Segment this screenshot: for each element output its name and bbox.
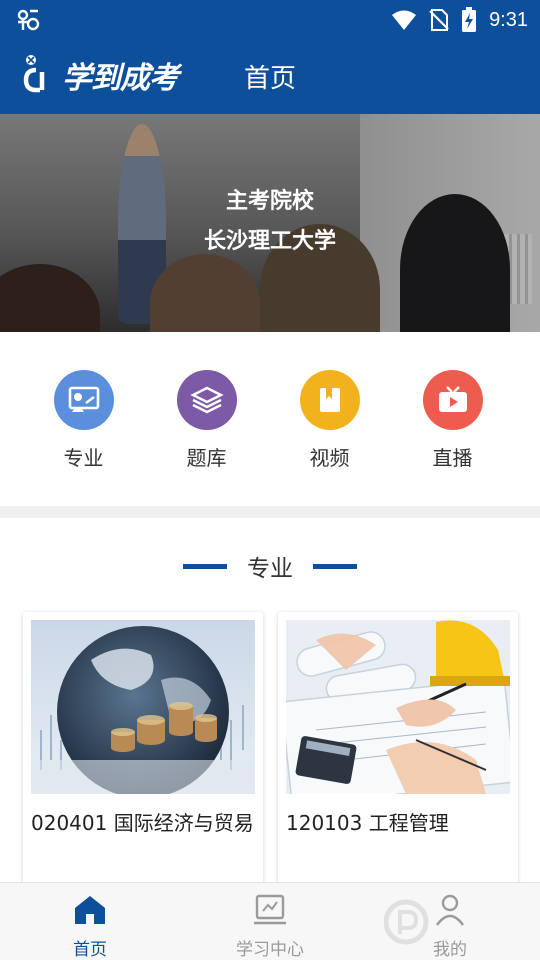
major-card[interactable]: 120103 工程管理 bbox=[278, 612, 518, 892]
quick-label: 题库 bbox=[186, 446, 227, 470]
nav-label: 学习中心 bbox=[236, 940, 304, 960]
section-heading: 专业 bbox=[0, 546, 540, 586]
banner-line-1: 主考院校 bbox=[225, 189, 314, 214]
video-icon bbox=[299, 370, 360, 430]
banner-line-2: 长沙理工大学 bbox=[203, 229, 336, 254]
app-bar: 学到成考 首页 bbox=[0, 40, 540, 114]
banner-carousel[interactable]: 主考院校 长沙理工大学 bbox=[0, 114, 540, 332]
quick-label: 视频 bbox=[309, 446, 350, 470]
clock-time: 9:31 bbox=[489, 8, 528, 31]
live-tv-icon bbox=[422, 370, 483, 430]
status-bar: 9:31 bbox=[0, 0, 540, 40]
globe-coins-photo bbox=[31, 620, 255, 794]
engineering-blueprint-photo bbox=[286, 620, 510, 794]
quick-label: 直播 bbox=[432, 446, 473, 470]
section-title: 专业 bbox=[247, 556, 293, 582]
quick-menu: 专业 题库 视频 直播 bbox=[0, 332, 540, 506]
page-title: 首页 bbox=[244, 64, 297, 94]
logo-mark-icon bbox=[23, 55, 45, 93]
app-logo: 学到成考 bbox=[22, 52, 179, 98]
wifi-icon bbox=[392, 10, 417, 30]
battery-charging-icon bbox=[462, 7, 477, 32]
quick-label: 专业 bbox=[63, 446, 104, 470]
quick-item-question-bank[interactable]: 题库 bbox=[145, 332, 268, 506]
nav-home[interactable]: 首页 bbox=[0, 883, 180, 960]
logo-text: 学到成考 bbox=[62, 61, 179, 96]
banner-caption: 主考院校 长沙理工大学 bbox=[0, 182, 540, 262]
home-icon bbox=[75, 896, 105, 924]
bug-icon bbox=[17, 9, 40, 31]
major-name: 020401 国际经济与贸易 bbox=[31, 811, 254, 835]
heading-bar-right bbox=[313, 563, 357, 569]
study-center-icon bbox=[254, 894, 286, 925]
major-icon bbox=[53, 370, 114, 430]
quick-item-major[interactable]: 专业 bbox=[22, 332, 145, 506]
nav-study-center[interactable]: 学习中心 bbox=[180, 883, 360, 960]
quick-item-live[interactable]: 直播 bbox=[391, 332, 514, 506]
no-sim-icon bbox=[429, 9, 449, 31]
watermark-logo-icon bbox=[384, 899, 429, 945]
heading-bar-left bbox=[183, 563, 227, 569]
nav-label: 首页 bbox=[73, 940, 107, 960]
section-divider bbox=[0, 506, 540, 518]
major-card[interactable]: 020401 国际经济与贸易 bbox=[23, 612, 263, 892]
quick-item-video[interactable]: 视频 bbox=[268, 332, 391, 506]
major-name: 120103 工程管理 bbox=[286, 811, 449, 835]
question-bank-icon bbox=[176, 370, 237, 430]
